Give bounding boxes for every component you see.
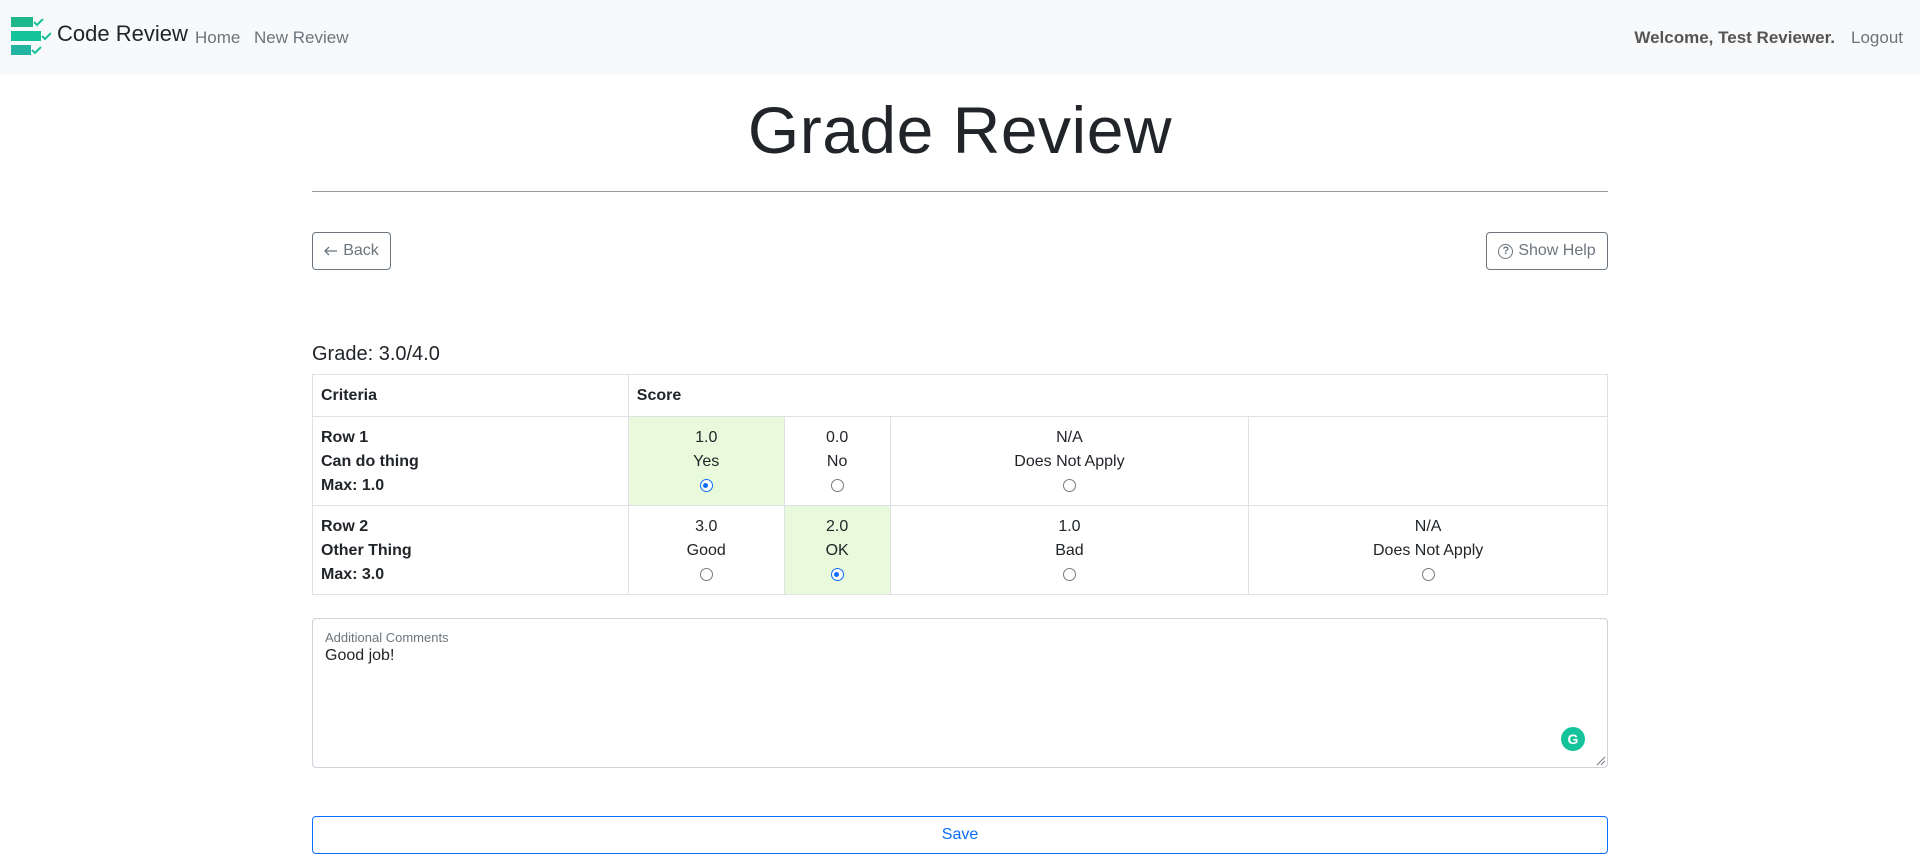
option-radio[interactable] xyxy=(699,568,713,581)
option-radio[interactable] xyxy=(1062,568,1076,581)
nav-new-review-link[interactable]: New Review xyxy=(254,28,348,48)
navbar: Code Review Home New Review Welcome, Tes… xyxy=(0,0,1920,74)
grade-summary: Grade: 3.0/4.0 xyxy=(312,343,440,366)
option-score: 2.0 xyxy=(826,518,849,535)
rubric-row: Row 2 Other Thing Max: 3.0 3.0 Good 2.0 … xyxy=(312,505,1608,595)
back-button[interactable]: Back xyxy=(312,232,391,270)
criteria-header: Criteria xyxy=(312,374,629,417)
option-label: Yes xyxy=(693,453,720,470)
criteria-max: Max: 3.0 xyxy=(321,566,385,583)
title-divider xyxy=(312,191,1608,192)
comments-textarea[interactable]: Good job! xyxy=(325,647,394,665)
additional-comments-field[interactable]: Additional Comments Good job! G xyxy=(312,618,1608,768)
score-option[interactable]: 3.0 Good xyxy=(627,505,785,595)
option-label: Does Not Apply xyxy=(1014,453,1125,470)
score-option[interactable]: N/A Does Not Apply xyxy=(1248,505,1608,595)
brand-title[interactable]: Code Review xyxy=(57,21,188,47)
option-label: Does Not Apply xyxy=(1373,542,1484,559)
criteria-description: Other Thing xyxy=(321,542,412,559)
empty-option-cell xyxy=(1248,416,1608,506)
rubric-row: Row 1 Can do thing Max: 1.0 1.0 Yes 0.0 … xyxy=(312,416,1608,506)
option-label: No xyxy=(826,453,848,470)
question-circle-icon: ? xyxy=(1498,243,1514,259)
nav-home-link[interactable]: Home xyxy=(195,28,240,48)
option-label: OK xyxy=(825,542,849,559)
score-option[interactable]: N/A Does Not Apply xyxy=(889,416,1250,506)
option-score: N/A xyxy=(1056,429,1083,446)
grammarly-icon[interactable]: G xyxy=(1561,727,1585,751)
option-score: 1.0 xyxy=(695,429,718,446)
score-option[interactable]: 2.0 OK xyxy=(783,505,891,595)
score-option[interactable]: 1.0 Bad xyxy=(889,505,1250,595)
logout-link[interactable]: Logout xyxy=(1851,28,1903,48)
score-header: Score xyxy=(627,374,1609,417)
comments-label: Additional Comments xyxy=(325,630,449,645)
criteria-title: Row 2 xyxy=(321,518,369,535)
option-score: 0.0 xyxy=(826,429,849,446)
option-score: 1.0 xyxy=(1058,518,1081,535)
criteria-cell: Row 1 Can do thing Max: 1.0 xyxy=(312,416,629,506)
score-option[interactable]: 1.0 Yes xyxy=(627,416,785,506)
criteria-max: Max: 1.0 xyxy=(321,477,385,494)
option-label: Good xyxy=(686,542,726,559)
rubric-header-row: Criteria Score xyxy=(312,374,1609,417)
option-radio[interactable] xyxy=(830,479,844,492)
grade-label: Grade: 3.0/4.0 xyxy=(312,343,440,365)
back-label: Back xyxy=(343,242,379,259)
option-radio[interactable] xyxy=(1062,479,1076,492)
option-radio[interactable] xyxy=(699,479,713,492)
welcome-text: Welcome, Test Reviewer. xyxy=(1634,28,1835,47)
save-button[interactable]: Save xyxy=(312,816,1608,854)
option-score: 3.0 xyxy=(695,518,718,535)
option-label: Bad xyxy=(1055,542,1084,559)
criteria-description: Can do thing xyxy=(321,453,419,470)
arrow-left-icon xyxy=(324,246,338,256)
show-help-label: Show Help xyxy=(1518,242,1596,259)
criteria-cell: Row 2 Other Thing Max: 3.0 xyxy=(312,505,629,595)
show-help-button[interactable]: ? Show Help xyxy=(1486,232,1608,270)
criteria-title: Row 1 xyxy=(321,429,369,446)
brand-logo-icon[interactable] xyxy=(11,17,51,55)
rubric-table: Criteria Score Row 1 Can do thing Max: 1… xyxy=(312,374,1609,595)
page-title: Grade Review xyxy=(747,93,1173,167)
score-option[interactable]: 0.0 No xyxy=(783,416,891,506)
option-radio[interactable] xyxy=(1421,568,1435,581)
resize-handle-icon[interactable] xyxy=(1594,754,1606,766)
option-radio[interactable] xyxy=(830,568,844,581)
option-score: N/A xyxy=(1414,518,1442,535)
